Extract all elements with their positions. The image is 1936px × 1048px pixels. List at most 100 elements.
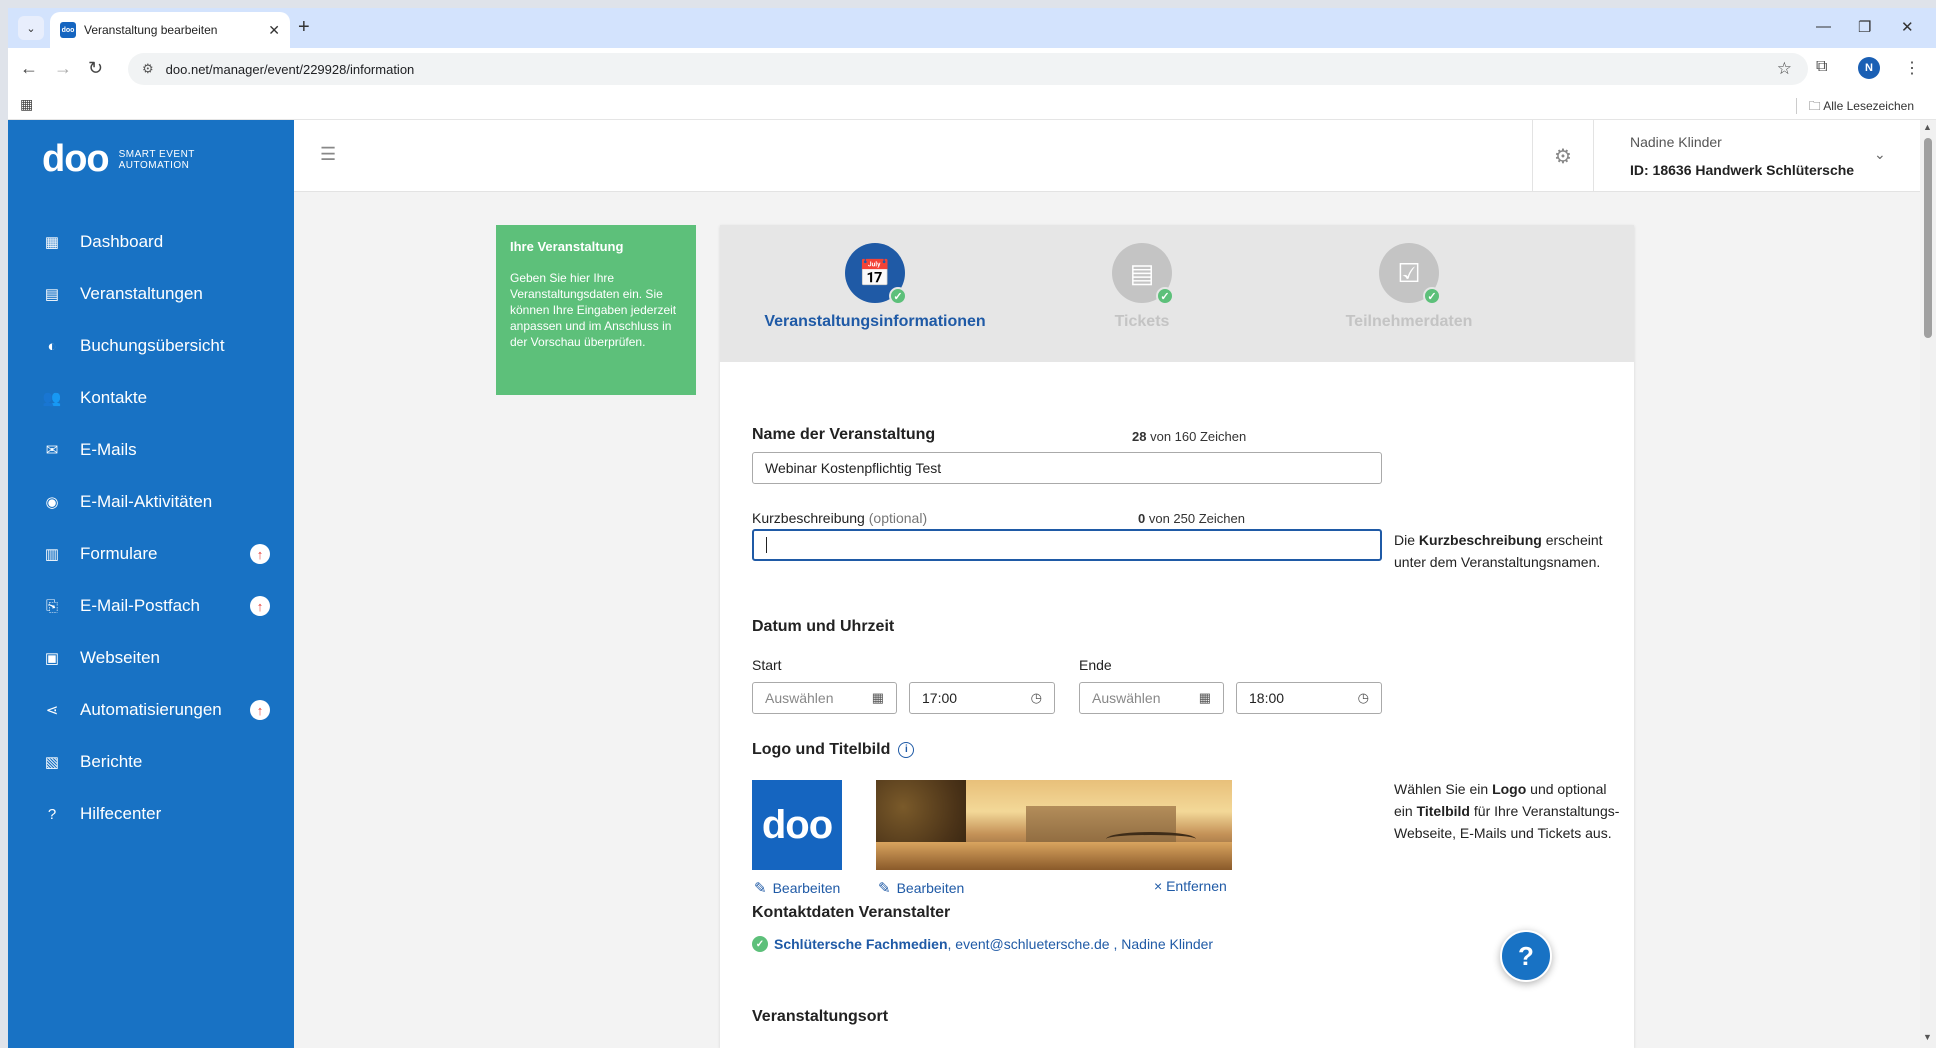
sidebar-item-dashboard[interactable]: ▦ Dashboard [8, 216, 294, 268]
hint-bold: Titelbild [1416, 803, 1470, 819]
short-count-suffix: von 250 Zeichen [1148, 511, 1245, 526]
sidebar-item-label: Berichte [80, 752, 143, 771]
ticket-step-icon: ▤ ✓ [1112, 243, 1174, 305]
short-count: 0 [1138, 511, 1146, 526]
organizer-contact[interactable]: ✓ Schlütersche Fachmedien, event@schluete… [752, 936, 1213, 952]
venue-title: Veranstaltungsort [752, 1008, 889, 1025]
browser-tab[interactable]: doo Veranstaltung bearbeiten ✕ [50, 12, 290, 48]
sidebar-item-label: Buchungsübersicht [80, 336, 225, 355]
contact-title: Kontaktdaten Veranstalter [752, 904, 951, 921]
sidebar-item-e-mail-aktivitäten[interactable]: ◉ E-Mail-Aktivitäten [8, 476, 294, 528]
organizer-name: Schlütersche Fachmedien [774, 936, 948, 952]
sidebar-item-formulare[interactable]: ▥ Formulare ↑ [8, 528, 294, 580]
sidebar-item-webseiten[interactable]: ▣ Webseiten [8, 632, 294, 684]
step-label: Veranstaltungsinformationen [764, 313, 986, 330]
name-count: 28 [1132, 429, 1147, 444]
sidebar-item-label: Kontakte [80, 388, 148, 407]
name-count-suffix: von 160 Zeichen [1150, 429, 1247, 444]
site-info-icon[interactable]: ⚙ [142, 61, 154, 77]
apps-grid-icon[interactable]: ▦ [20, 96, 33, 113]
folder-icon: 🗀 [1808, 99, 1824, 113]
dashboard-icon: ▦ [44, 234, 60, 251]
logo-tagline-1: SMART EVENT [118, 148, 195, 160]
short-description-input[interactable] [752, 529, 1382, 561]
sidebar-item-veranstaltungen[interactable]: ▤ Veranstaltungen [8, 268, 294, 320]
start-time-value: 17:00 [922, 690, 958, 706]
automation-icon: ⋖ [45, 702, 59, 719]
menu-kebab-icon[interactable]: ⋮ [1904, 58, 1920, 78]
calendar-step-icon: 📅 ✓ [845, 243, 907, 305]
event-form-card: 📅 ✓ Veranstaltungsinformationen ▤ ✓ Ticket… [720, 225, 1634, 1048]
edit-title-label: Bearbeiten [896, 880, 965, 896]
help-button[interactable]: ? [1500, 930, 1552, 982]
check-icon: ✓ [1156, 287, 1174, 305]
sidebar-item-hilfecenter[interactable]: ? Hilfecenter [8, 788, 294, 840]
step-tickets[interactable]: ▤ ✓ Tickets [1012, 243, 1272, 331]
scroll-down-arrow[interactable]: ▼ [1923, 1032, 1932, 1042]
calendar-icon: ▤ [44, 286, 60, 303]
logo-title-text: Logo und Titelbild [752, 741, 891, 758]
logo-word: doo [42, 138, 110, 180]
info-icon[interactable]: i [898, 741, 915, 758]
short-desc-hint: Die Kurzbeschreibung erscheint unter dem… [1394, 529, 1624, 573]
close-window-icon[interactable]: ✕ [1901, 18, 1914, 36]
new-tab-button[interactable]: + [298, 16, 310, 39]
hint-bold: Kurzbeschreibung [1418, 532, 1542, 548]
collapse-sidebar-icon[interactable]: ☰ [320, 144, 344, 168]
step-participants[interactable]: ☑ ✓ Teilnehmerdaten [1279, 243, 1539, 331]
calendar-icon: ▦ [871, 690, 884, 705]
address-bar[interactable]: ⚙ doo.net/manager/event/229928/informati… [128, 53, 1808, 85]
sidebar-item-label: Dashboard [80, 232, 164, 251]
hint-bold: Logo [1492, 781, 1527, 797]
start-time-input[interactable]: 17:00 ◷ [909, 682, 1055, 714]
scroll-thumb[interactable] [1924, 138, 1932, 338]
sidebar-item-e-mails[interactable]: ✉ E-Mails [8, 424, 294, 476]
sidebar-item-label: Hilfecenter [80, 804, 162, 823]
step-event-info[interactable]: 📅 ✓ Veranstaltungsinformationen [745, 243, 1005, 331]
page-scrollbar[interactable]: ▲ ▼ [1920, 120, 1936, 1048]
all-bookmarks-link[interactable]: 🗀 Alle Lesezeichen [1809, 97, 1914, 118]
edit-logo-button[interactable]: ✎ Bearbeiten [754, 879, 840, 897]
scroll-up-arrow[interactable]: ▲ [1923, 122, 1932, 132]
clock-icon: ◷ [1030, 690, 1042, 705]
end-time-value: 18:00 [1249, 690, 1285, 706]
reload-icon[interactable]: ↻ [88, 58, 103, 79]
end-date-input[interactable]: Auswählen ▦ [1079, 682, 1224, 714]
start-date-input[interactable]: Auswählen ▦ [752, 682, 897, 714]
edit-title-image-button[interactable]: ✎ Bearbeiten [878, 879, 964, 897]
edit-logo-label: Bearbeiten [772, 880, 841, 896]
remove-title-image-button[interactable]: × Entfernen [1154, 878, 1227, 894]
close-tab-icon[interactable]: ✕ [268, 22, 280, 39]
forward-icon[interactable]: → [54, 58, 72, 79]
settings-gear-icon[interactable]: ⚙ [1532, 120, 1594, 192]
sidebar-item-buchungsübersicht[interactable]: ◐ Buchungsübersicht [8, 320, 294, 372]
sidebar-item-kontakte[interactable]: 👥 Kontakte [8, 372, 294, 424]
bookmarks-bar: ▦ 🗀 Alle Lesezeichen [8, 90, 1936, 120]
restore-icon[interactable]: ❐ [1858, 18, 1871, 36]
website-icon: ▣ [44, 650, 60, 667]
title-image-water [876, 842, 1232, 870]
extensions-icon[interactable]: ⧉ [1816, 58, 1827, 76]
minimize-icon[interactable]: — [1816, 18, 1831, 35]
sidebar-item-berichte[interactable]: ▧ Berichte [8, 736, 294, 788]
booking-icon: ◐ [47, 337, 57, 355]
sidebar-item-e-mail-postfach[interactable]: ⎘ E-Mail-Postfach ↑ [8, 580, 294, 632]
tab-search-button[interactable]: ⌄ [18, 16, 44, 40]
short-desc-label-text: Kurzbeschreibung [752, 510, 865, 526]
back-icon[interactable]: ← [20, 58, 38, 79]
profile-avatar[interactable]: N [1858, 57, 1880, 79]
app-logo[interactable]: doo SMART EVENT AUTOMATION [42, 138, 195, 181]
user-menu-chevron-icon[interactable]: ⌄ [1874, 146, 1886, 163]
date-time-title: Datum und Uhrzeit [752, 618, 895, 635]
tab-title: Veranstaltung bearbeiten [84, 23, 218, 37]
pencil-icon: ✎ [878, 880, 891, 897]
bookmark-star-icon[interactable]: ☆ [1777, 59, 1792, 79]
end-label: Ende [1079, 657, 1112, 673]
sidebar-item-automatisierungen[interactable]: ⋖ Automatisierungen ↑ [8, 684, 294, 736]
end-time-input[interactable]: 18:00 ◷ [1236, 682, 1382, 714]
user-name: Nadine Klinder [1630, 134, 1722, 150]
event-name-title: Name der Veranstaltung [752, 426, 936, 443]
hint-text: Wählen Sie ein [1394, 781, 1489, 797]
event-name-input[interactable]: Webinar Kostenpflichtig Test [752, 452, 1382, 484]
sidebar: doo SMART EVENT AUTOMATION ▦ Dashboard ▤ Ver… [8, 120, 294, 1048]
